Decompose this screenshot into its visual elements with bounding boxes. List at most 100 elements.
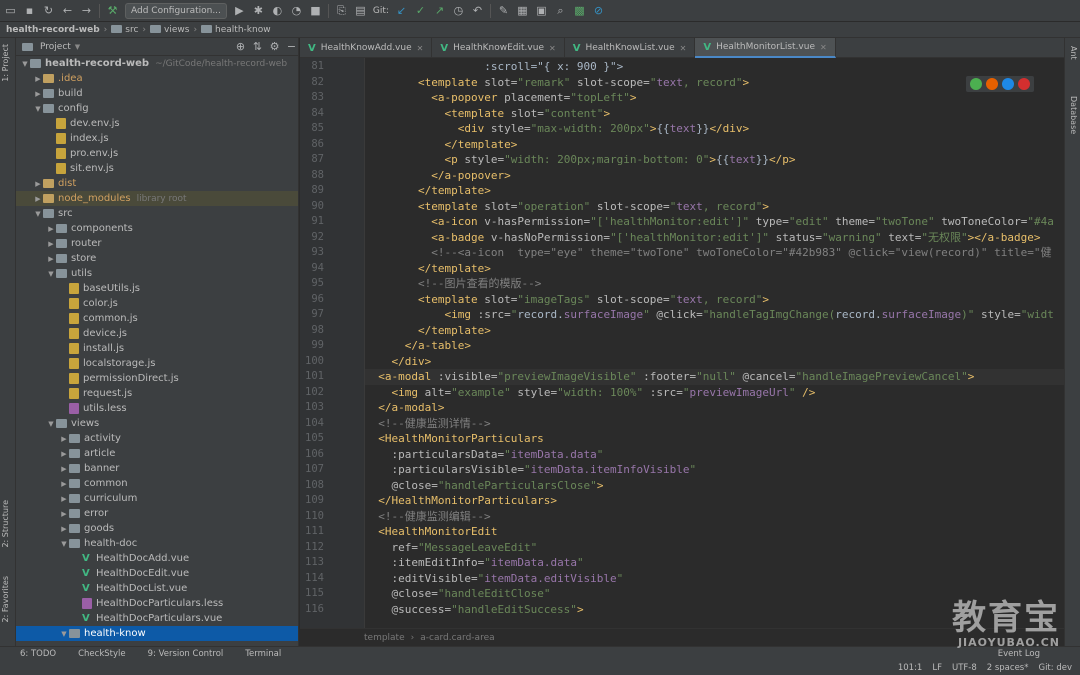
file-encoding[interactable]: UTF-8	[952, 663, 977, 675]
tree-file[interactable]: baseUtils.js	[16, 281, 298, 296]
code-line[interactable]: <a-modal :visible="previewImageVisible" …	[365, 369, 1064, 385]
debug-icon[interactable]: ✱	[252, 4, 265, 17]
chevron-right-icon[interactable]: ▶	[59, 480, 69, 488]
editor-breadcrumb-item[interactable]: a-card.card-area	[420, 633, 494, 643]
project-tool-tab[interactable]: 1: Project	[1, 44, 10, 82]
chevron-right-icon[interactable]: ▶	[59, 450, 69, 458]
tree-file[interactable]: dev.env.js	[16, 116, 298, 131]
tree-file[interactable]: sit.env.js	[16, 161, 298, 176]
chevron-right-icon[interactable]: ▶	[59, 525, 69, 533]
code-line[interactable]: </div>	[365, 354, 431, 370]
code-line[interactable]: <div style="max-width: 200px">{{text}}</…	[365, 121, 749, 137]
code-line[interactable]: <!--健康监测详情-->	[365, 416, 490, 432]
project-structure-icon[interactable]: ▤	[354, 4, 367, 17]
safari-icon[interactable]	[1002, 78, 1014, 90]
no-entry-icon[interactable]: ⊘	[592, 4, 605, 17]
chevron-down-icon[interactable]: ▼	[33, 210, 43, 218]
chevron-right-icon[interactable]: ▶	[46, 225, 56, 233]
editor-tab[interactable]: V HealthKnowList.vue ✕	[565, 38, 696, 58]
chevron-right-icon[interactable]: ▶	[33, 195, 43, 203]
tree-folder[interactable]: ▶ article	[16, 446, 298, 461]
tree-folder[interactable]: ▶ router	[16, 236, 298, 251]
terminal-tool-tab[interactable]: Terminal	[245, 649, 281, 659]
code-line[interactable]: </a-modal>	[365, 400, 444, 416]
gear-icon[interactable]: ⚙	[268, 40, 281, 53]
code-line[interactable]: ref="MessageLeaveEdit"	[365, 540, 537, 556]
tree-folder[interactable]: ▶ activity	[16, 431, 298, 446]
back-icon[interactable]: ←	[61, 4, 74, 17]
git-push-icon[interactable]: ↗	[433, 4, 446, 17]
structure-tool-tab[interactable]: 2: Structure	[1, 500, 10, 548]
tree-folder[interactable]: ▼ health-record-web ~/GitCode/health-recor…	[16, 56, 298, 71]
code-line[interactable]: :particularsData="itemData.data"	[365, 447, 603, 463]
editor-tab[interactable]: V HealthKnowAdd.vue ✕	[300, 38, 433, 58]
project-panel-title[interactable]: Project	[40, 42, 71, 52]
close-tab-icon[interactable]: ✕	[417, 44, 424, 53]
attach-icon[interactable]: ⎘	[335, 4, 348, 17]
editor-breadcrumb-item[interactable]: template	[364, 633, 405, 643]
code-line[interactable]: </template>	[365, 323, 491, 339]
chevron-right-icon[interactable]: ▶	[59, 495, 69, 503]
code-line[interactable]: <!--图片查看的模版-->	[365, 276, 541, 292]
coverage-icon[interactable]: ◐	[271, 4, 284, 17]
tree-folder[interactable]: ▼ config	[16, 101, 298, 116]
add-configuration-button[interactable]: Add Configuration...	[125, 2, 227, 19]
settings-wrench-icon[interactable]: ✎	[497, 4, 510, 17]
tree-folder[interactable]: ▶ components	[16, 221, 298, 236]
tree-file[interactable]: V HealthDocAdd.vue	[16, 551, 298, 566]
git-update-icon[interactable]: ↙	[395, 4, 408, 17]
caret-position[interactable]: 101:1	[898, 663, 923, 675]
close-tab-icon[interactable]: ✕	[680, 44, 687, 53]
tree-file[interactable]: localstorage.js	[16, 356, 298, 371]
code-line[interactable]: @close="handleParticularsClose">	[365, 478, 603, 494]
chevron-down-icon[interactable]: ▼	[46, 420, 56, 428]
chevron-right-icon[interactable]: ▶	[59, 510, 69, 518]
tree-file[interactable]: request.js	[16, 386, 298, 401]
code-line[interactable]: <img :src="record.surfaceImage" @click="…	[365, 307, 1053, 323]
code-line[interactable]: :itemEditInfo="itemData.data"	[365, 555, 583, 571]
code-line[interactable]: </template>	[365, 261, 491, 277]
run-icon[interactable]: ▶	[233, 4, 246, 17]
code-line[interactable]: <HealthMonitorEdit	[365, 524, 497, 540]
tree-file[interactable]: V HealthDocParticulars.vue	[16, 611, 298, 626]
code-line[interactable]: <img alt="example" style="width: 100%" :…	[365, 385, 815, 401]
chevron-down-icon[interactable]: ▼	[33, 105, 43, 113]
code-line[interactable]: <a-popover placement="topLeft">	[365, 90, 636, 106]
chevron-right-icon[interactable]: ▶	[59, 435, 69, 443]
chevron-down-icon[interactable]: ▼	[75, 43, 80, 51]
tree-file[interactable]: common.js	[16, 311, 298, 326]
chevron-down-icon[interactable]: ▼	[20, 60, 30, 68]
locate-target-icon[interactable]: ⊕	[234, 40, 247, 53]
tree-folder[interactable]: ▶ .idea	[16, 71, 298, 86]
code-editor[interactable]: 81 82 83 84 85 86 87 88 89 90 91 92 93 94 95 96 97 98 99 10…	[300, 58, 1064, 628]
opera-icon[interactable]	[1018, 78, 1030, 90]
chevron-right-icon[interactable]: ▶	[33, 90, 43, 98]
code-line[interactable]: </a-table>	[365, 338, 471, 354]
chevron-right-icon[interactable]: ▶	[33, 75, 43, 83]
code-line[interactable]: <template slot="remark" slot-scope="text…	[365, 75, 749, 91]
chevron-right-icon[interactable]: ▶	[59, 465, 69, 473]
tree-folder[interactable]: ▶ node_modules library root	[16, 191, 298, 206]
plugin-icon[interactable]: ▩	[573, 4, 586, 17]
code-line[interactable]: @success="handleEditSuccess">	[365, 602, 583, 618]
line-number-gutter[interactable]: 81 82 83 84 85 86 87 88 89 90 91 92 93 94 95 96 97 98 99 10…	[300, 58, 365, 628]
code-line[interactable]: <!--健康监测编辑-->	[365, 509, 490, 525]
git-history-icon[interactable]: ◷	[452, 4, 465, 17]
tree-file[interactable]: HealthDocParticulars.less	[16, 596, 298, 611]
code-line[interactable]: :scroll="{ x: 900 }">	[365, 59, 623, 75]
git-commit-icon[interactable]: ✓	[414, 4, 427, 17]
chevron-down-icon[interactable]: ▼	[59, 630, 69, 638]
tree-file[interactable]: V HealthDocList.vue	[16, 581, 298, 596]
ant-tool-tab[interactable]: Ant	[1069, 46, 1078, 60]
tree-folder[interactable]: ▼ views	[16, 416, 298, 431]
code-area[interactable]: :scroll="{ x: 900 }"> <template slot="re…	[365, 58, 1064, 628]
chevron-right-icon[interactable]: ▶	[33, 180, 43, 188]
chevron-right-icon[interactable]: ▶	[46, 240, 56, 248]
code-line[interactable]: <a-badge v-hasNoPermission="['healthMoni…	[365, 230, 1040, 246]
close-tab-icon[interactable]: ✕	[820, 43, 827, 52]
code-line[interactable]: </template>	[365, 137, 517, 153]
code-line[interactable]: @close="handleEditClose"	[365, 586, 550, 602]
sync-icon[interactable]: ↻	[42, 4, 55, 17]
breadcrumb-item-root[interactable]: health-record-web	[6, 25, 100, 35]
close-tab-icon[interactable]: ✕	[549, 44, 556, 53]
